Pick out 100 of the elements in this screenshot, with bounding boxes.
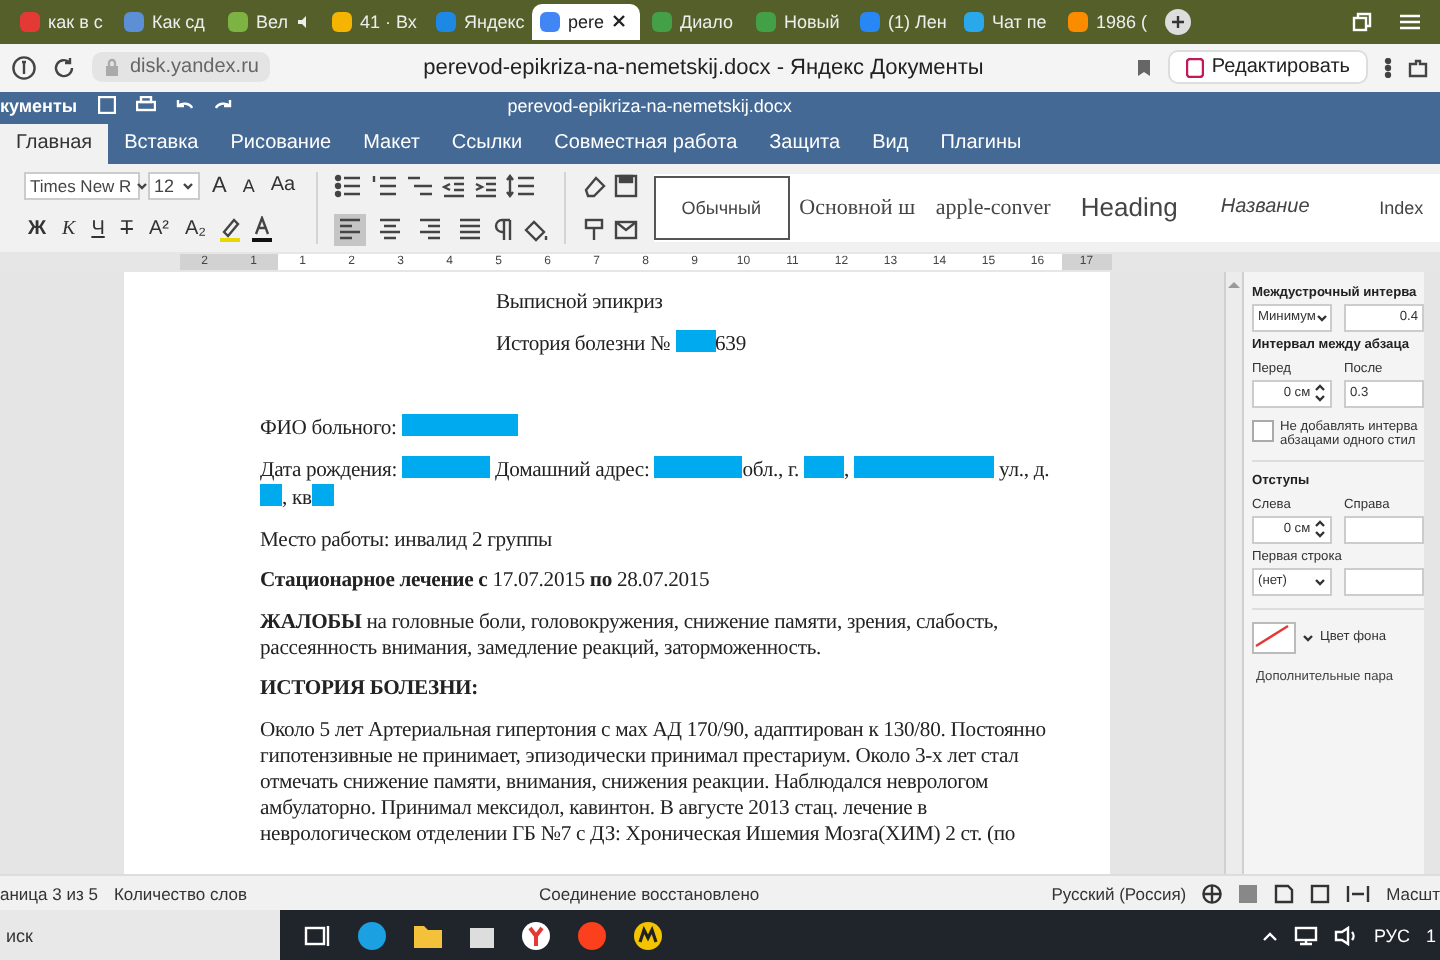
undo-icon[interactable]	[175, 98, 194, 113]
style-preset[interactable]: Основной ш	[789, 175, 926, 240]
ribbon-tab[interactable]: Главная	[0, 123, 109, 164]
checkbox[interactable]	[1252, 419, 1274, 442]
decrease-indent-icon[interactable]	[441, 173, 466, 198]
ribbon-tab[interactable]: Вставка	[108, 123, 215, 164]
ribbon-tab[interactable]: Ссылки	[435, 123, 539, 164]
paragraph: Дата рождения: Домашний адрес: обл., г. , ул., д. , кв	[260, 456, 1052, 513]
paragraph: ЖАЛОБЫ на головные боли, головокружения, снижение памяти, зрения, слабость, рассеянность внимания, замедление реакций, заторможенность.	[260, 609, 1001, 662]
browser-tab[interactable]: (1) Лен	[852, 3, 952, 40]
format-button[interactable]: A²	[144, 218, 173, 241]
align-icon	[377, 216, 402, 243]
multilevel-list-icon[interactable]	[405, 173, 434, 198]
paint-bucket-icon[interactable]	[521, 217, 548, 242]
mail-icon[interactable]	[613, 219, 638, 240]
align-icon	[457, 216, 482, 243]
speaker-icon[interactable]	[1333, 925, 1358, 946]
coin-icon[interactable]	[632, 919, 664, 952]
redo-icon[interactable]	[213, 98, 232, 113]
increase-indent-icon[interactable]	[473, 173, 498, 198]
browser-tab[interactable]: Диало	[644, 3, 744, 40]
format-button[interactable]: К	[58, 218, 80, 241]
browser-logo-icon[interactable]	[12, 55, 36, 80]
line-spacing-icon[interactable]	[505, 173, 534, 198]
document-title: perevod-epikriza-na-nemetskij.docx	[505, 95, 794, 116]
browser-tab[interactable]: как в с	[12, 3, 112, 40]
paragraph: ФИО больного:	[260, 373, 1058, 442]
font-size-button[interactable]: A	[208, 173, 231, 198]
align-icon	[417, 216, 442, 243]
task-view-icon[interactable]	[304, 923, 332, 948]
format-button[interactable]: Ж	[24, 218, 51, 241]
font-size-button[interactable]: A	[238, 175, 259, 196]
browser-tab[interactable]: 1986 (	[1060, 3, 1160, 40]
connection-status: Соединение восстановлено	[537, 883, 762, 904]
ribbon-tab[interactable]: Плагины	[924, 123, 1038, 164]
keyboard-language[interactable]: РУС	[1373, 925, 1410, 946]
browser-tab[interactable]: Яндекс	[428, 3, 528, 40]
paragraph: История болезни № 639	[494, 330, 748, 359]
ribbon-tab[interactable]: Рисование	[214, 123, 348, 164]
align-button[interactable]	[333, 213, 366, 246]
format-button[interactable]: Т	[116, 218, 137, 241]
reload-icon[interactable]	[52, 55, 76, 80]
eraser-icon[interactable]	[581, 173, 606, 198]
pilcrow-icon[interactable]	[493, 217, 514, 242]
font-color-icon[interactable]	[250, 216, 275, 243]
page-title: perevod-epikriza-na-nemetskij.docx - Яндекс Документы	[421, 55, 986, 80]
edit-button[interactable]: Редактировать	[1167, 50, 1368, 85]
style-preset[interactable]: apple-conver	[925, 175, 1062, 240]
print-icon[interactable]	[135, 96, 156, 115]
browser-tab[interactable]: pere	[532, 3, 640, 40]
numbered-list-icon[interactable]	[369, 173, 398, 198]
ribbon-tab[interactable]: Вид	[856, 123, 925, 164]
font-size-field[interactable]: 12	[148, 171, 200, 200]
indent-right-field[interactable]	[1344, 515, 1424, 544]
caret-icon[interactable]	[1302, 632, 1314, 643]
browser-tab[interactable]: Новый	[748, 3, 848, 40]
bullet-list-icon[interactable]	[333, 173, 362, 198]
font-size-button[interactable]: Aa	[266, 174, 300, 197]
ribbon-tab[interactable]: Совместная работа	[538, 123, 754, 164]
more-icon[interactable]	[1384, 57, 1392, 78]
style-preset[interactable]: Index	[1333, 175, 1440, 240]
language-selector[interactable]: Русский (Россия)	[1051, 883, 1187, 904]
page-counter: аница 3 из 5	[0, 883, 98, 904]
save-icon[interactable]	[613, 173, 638, 198]
format-button[interactable]: A₂	[180, 218, 211, 241]
ribbon-tab[interactable]: Макет	[347, 123, 436, 164]
section-heading: ИСТОРИЯ БОЛЕЗНИ:	[260, 676, 480, 703]
browser-tab[interactable]: Чат пе	[956, 3, 1056, 40]
new-tab-icon[interactable]	[1164, 7, 1192, 36]
browser-tab[interactable]: 41 · Вх	[324, 3, 424, 40]
paragraph: Около 5 лет Артериальная гипертония с мах АД 170/90, адаптирован к 130/80. Постоянно гипотензивные не принимает, эпизодически принимал престариум. Около 3-х лет стал отмечать снижение памяти, внимания, снижения реакции. Наблюдался неврологом амбулаторно. Принимал мексидол, кавинтон. В августе 2013 стац. лечение в неврологическом отделении ГБ №7 с ДЗ: Хроническая Ишемия Мозга(ХИМ) 2 ст. (по	[260, 717, 1048, 848]
network-icon[interactable]	[1293, 925, 1318, 946]
address-field[interactable]: disk.yandex.ru	[92, 52, 271, 83]
browser-tab[interactable]: Как сд	[116, 3, 216, 40]
globe-icon[interactable]	[1202, 883, 1223, 904]
zoom-label: Масшт	[1386, 883, 1440, 904]
style-preset[interactable]: Обычный	[653, 175, 790, 240]
word-count-button[interactable]: Количество слов	[113, 883, 248, 904]
chevron-up-icon[interactable]	[1261, 929, 1278, 942]
close-icon[interactable]	[612, 14, 627, 29]
highlighter-icon[interactable]	[218, 216, 243, 243]
folder-icon[interactable]	[412, 921, 444, 950]
browser-icon[interactable]	[356, 919, 388, 952]
fit-page-icon[interactable]	[1310, 883, 1331, 904]
fit-width-icon[interactable]	[1346, 883, 1371, 904]
copy-icon[interactable]	[1352, 11, 1372, 32]
paint-roller-icon[interactable]	[581, 217, 606, 242]
clock: 1	[1425, 925, 1436, 946]
browser-tab[interactable]: Вел	[220, 3, 320, 40]
ribbon-tab[interactable]: Защита	[753, 123, 857, 164]
style-preset[interactable]: Heading	[1061, 175, 1198, 240]
search-field[interactable]: иск	[0, 910, 280, 960]
color-swatch[interactable]	[1252, 621, 1296, 654]
format-button[interactable]: Ч	[87, 218, 109, 241]
first-line-field[interactable]	[1344, 567, 1424, 596]
style-preset[interactable]: Название	[1197, 175, 1334, 240]
paragraph: Стационарное лечение с 17.07.2015 по 28.07.2015	[260, 568, 712, 595]
bookmark-icon[interactable]	[1135, 57, 1152, 78]
menu-icon[interactable]	[1400, 13, 1420, 30]
lock-icon	[104, 58, 120, 77]
